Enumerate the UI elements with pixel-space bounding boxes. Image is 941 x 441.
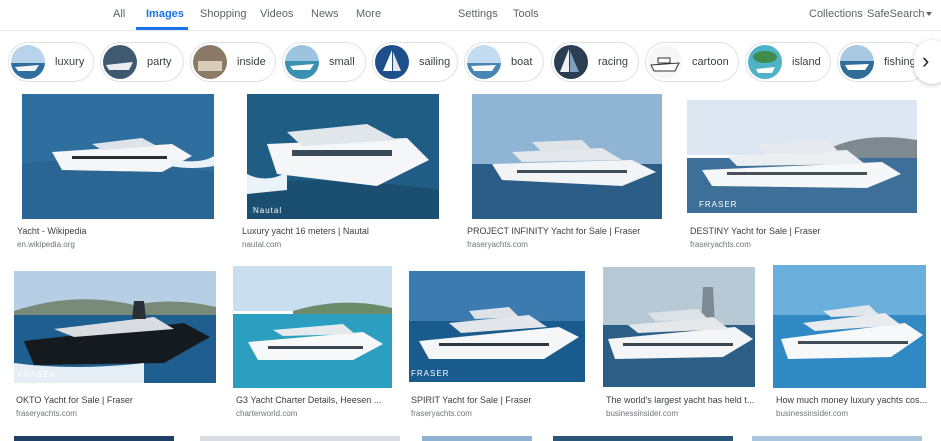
chip-label: party bbox=[147, 56, 172, 68]
result-caption[interactable]: The world's largest yacht has held t... bbox=[606, 395, 754, 405]
caret-down-icon bbox=[926, 12, 933, 17]
result-thumbnail[interactable]: FRASER bbox=[409, 271, 585, 382]
tab-shopping[interactable]: Shopping bbox=[200, 8, 247, 20]
chip-thumbnail bbox=[648, 45, 682, 79]
chip-label: island bbox=[792, 56, 821, 68]
result-source: fraseryachts.com bbox=[467, 240, 528, 249]
top-navigation: All Images Shopping Videos News More Set… bbox=[0, 0, 941, 31]
chip-label: racing bbox=[598, 56, 628, 68]
result-caption[interactable]: G3 Yacht Charter Details, Heesen ... bbox=[236, 395, 381, 405]
chip-label: inside bbox=[237, 56, 266, 68]
chip-small[interactable]: small bbox=[282, 42, 366, 82]
tab-all[interactable]: All bbox=[113, 8, 125, 20]
result-watermark: FRASER bbox=[411, 369, 450, 378]
result-thumbnail[interactable] bbox=[22, 94, 214, 219]
result-thumbnail-partial[interactable] bbox=[422, 436, 532, 441]
chip-inside[interactable]: inside bbox=[190, 42, 276, 82]
chip-boat[interactable]: boat bbox=[464, 42, 544, 82]
chip-thumbnail bbox=[103, 45, 137, 79]
result-watermark: Nautal bbox=[253, 206, 283, 215]
chip-racing[interactable]: racing bbox=[551, 42, 639, 82]
result-thumbnail[interactable] bbox=[472, 94, 662, 219]
result-thumbnail-partial[interactable] bbox=[553, 436, 733, 441]
chip-thumbnail bbox=[375, 45, 409, 79]
chip-island[interactable]: island bbox=[745, 42, 831, 82]
result-source: businessinsider.com bbox=[606, 409, 679, 418]
chip-luxury[interactable]: luxury bbox=[8, 42, 94, 82]
result-source: fraseryachts.com bbox=[411, 409, 472, 418]
settings-link[interactable]: Settings bbox=[458, 8, 498, 20]
chip-thumbnail bbox=[11, 45, 45, 79]
chip-thumbnail bbox=[467, 45, 501, 79]
tab-news[interactable]: News bbox=[311, 8, 339, 20]
result-source: businessinsider.com bbox=[776, 409, 849, 418]
result-watermark: FRASER bbox=[699, 200, 738, 209]
result-source: fraseryachts.com bbox=[690, 240, 751, 249]
chip-sailing[interactable]: sailing bbox=[372, 42, 458, 82]
tab-videos[interactable]: Videos bbox=[260, 8, 293, 20]
active-tab-indicator bbox=[136, 27, 188, 30]
result-caption[interactable]: How much money luxury yachts cos... bbox=[776, 395, 927, 405]
chip-cartoon[interactable]: cartoon bbox=[645, 42, 739, 82]
chip-label: luxury bbox=[55, 56, 85, 68]
result-caption[interactable]: SPIRIT Yacht for Sale | Fraser bbox=[411, 395, 531, 405]
chevron-right-icon: › bbox=[922, 48, 930, 73]
tab-more[interactable]: More bbox=[356, 8, 381, 20]
safesearch-label: SafeSearch bbox=[867, 8, 925, 20]
result-source: en.wikipedia.org bbox=[17, 240, 75, 249]
result-thumbnail-partial[interactable] bbox=[14, 436, 174, 441]
chip-label: cartoon bbox=[692, 56, 729, 68]
chip-thumbnail bbox=[285, 45, 319, 79]
result-caption[interactable]: DESTINY Yacht for Sale | Fraser bbox=[690, 226, 820, 236]
chip-thumbnail bbox=[554, 45, 588, 79]
chip-party[interactable]: party bbox=[100, 42, 184, 82]
result-source: nautal.com bbox=[242, 240, 282, 249]
result-thumbnail[interactable]: FRASER bbox=[14, 271, 216, 383]
result-thumbnail[interactable] bbox=[603, 267, 755, 387]
result-source: charterworld.com bbox=[236, 409, 298, 418]
result-thumbnail[interactable]: FRASER bbox=[687, 100, 917, 213]
chip-thumbnail bbox=[840, 45, 874, 79]
result-caption[interactable]: Luxury yacht 16 meters | Nautal bbox=[242, 226, 369, 236]
result-caption[interactable]: PROJECT INFINITY Yacht for Sale | Fraser bbox=[467, 226, 640, 236]
result-thumbnail-partial[interactable] bbox=[200, 436, 400, 441]
result-thumbnail[interactable]: Nautal bbox=[247, 94, 439, 219]
result-thumbnail[interactable] bbox=[233, 266, 392, 388]
chip-label: boat bbox=[511, 56, 533, 68]
result-watermark: FRASER bbox=[18, 370, 57, 379]
tools-link[interactable]: Tools bbox=[513, 8, 539, 20]
chips-next-button[interactable]: › bbox=[914, 40, 941, 84]
result-caption[interactable]: OKTO Yacht for Sale | Fraser bbox=[16, 395, 133, 405]
collections-link[interactable]: Collections bbox=[809, 8, 863, 20]
result-source: fraseryachts.com bbox=[16, 409, 77, 418]
safesearch-menu[interactable]: SafeSearch bbox=[867, 8, 933, 20]
result-caption[interactable]: Yacht - Wikipedia bbox=[17, 226, 86, 236]
chip-thumbnail bbox=[193, 45, 227, 79]
chip-label: fishing bbox=[884, 56, 916, 68]
tab-images[interactable]: Images bbox=[146, 8, 184, 20]
chip-label: sailing bbox=[419, 56, 451, 68]
chip-thumbnail bbox=[748, 45, 782, 79]
result-thumbnail[interactable] bbox=[773, 265, 926, 388]
result-thumbnail-partial[interactable] bbox=[752, 436, 922, 441]
chip-label: small bbox=[329, 56, 355, 68]
related-searches-bar: luxury party inside small sailing boat r… bbox=[0, 40, 941, 84]
